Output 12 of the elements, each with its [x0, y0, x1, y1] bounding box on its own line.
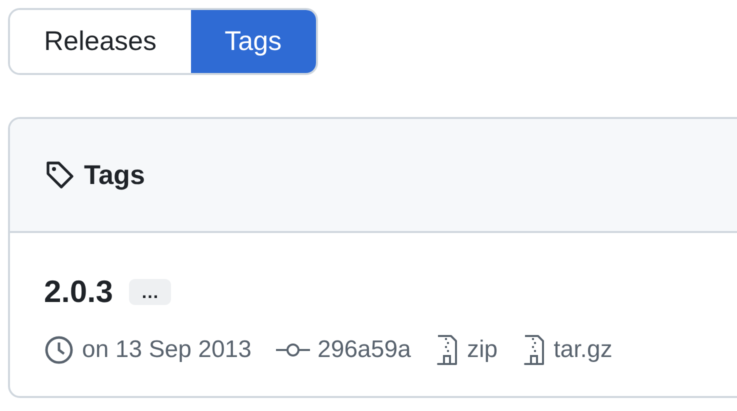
tag-icon [44, 159, 76, 191]
clock-icon [44, 334, 74, 364]
zip-file-icon [522, 334, 546, 366]
tab[interactable]: Tags [190, 10, 316, 73]
download-link[interactable]: tar.gz [554, 332, 612, 368]
download-link[interactable]: zip [466, 332, 498, 368]
more-button[interactable]: … [128, 279, 171, 306]
tag-name[interactable]: 2.0.3 [44, 269, 113, 316]
box-title: Tags [84, 158, 146, 192]
commit-link[interactable]: 296a59a [318, 332, 411, 368]
tag-date: on 13 Sep 2013 [82, 334, 252, 364]
zip-file-icon [434, 334, 459, 366]
